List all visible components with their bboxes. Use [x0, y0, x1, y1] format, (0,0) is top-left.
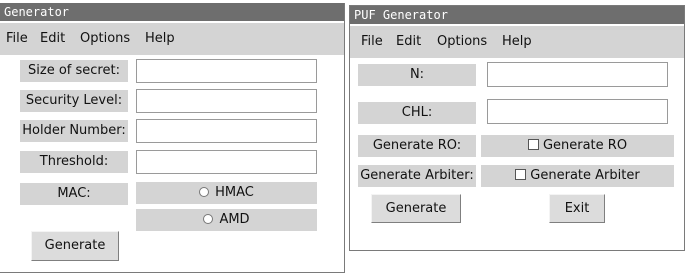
puf-generator-titlebar[interactable]: PUF Generator	[350, 6, 684, 24]
n-input[interactable]	[487, 62, 668, 87]
mac-option-amd[interactable]: AMD	[136, 209, 317, 231]
threshold-input[interactable]	[136, 150, 317, 174]
generate-button[interactable]: Generate	[31, 231, 119, 261]
menu-edit[interactable]: Edit	[396, 26, 421, 58]
menu-help[interactable]: Help	[502, 26, 532, 58]
generator-menubar: File Edit Options Help	[0, 23, 344, 55]
checkbox-icon[interactable]	[527, 139, 539, 150]
mac-option-hmac[interactable]: HMAC	[136, 182, 317, 204]
menu-file[interactable]: File	[6, 23, 28, 55]
holder-number-label: Holder Number:	[20, 120, 128, 142]
generate-ro-checkbox-label: Generate RO	[542, 138, 628, 153]
menu-options[interactable]: Options	[437, 26, 487, 58]
chl-label: CHL:	[358, 102, 476, 124]
generate-ro-checkbox[interactable]: Generate RO	[481, 135, 674, 157]
exit-button[interactable]: Exit	[549, 194, 605, 223]
generator-title: Generator	[4, 5, 70, 19]
generate-arbiter-checkbox[interactable]: Generate Arbiter	[481, 165, 674, 187]
radio-amd-icon[interactable]	[203, 213, 214, 224]
menu-help[interactable]: Help	[145, 23, 175, 55]
menu-edit[interactable]: Edit	[40, 23, 65, 55]
generate-button[interactable]: Generate	[371, 194, 461, 223]
checkbox-icon[interactable]	[515, 169, 527, 180]
mac-label: MAC:	[20, 183, 128, 205]
generator-titlebar[interactable]: Generator	[0, 3, 344, 21]
menu-options[interactable]: Options	[80, 23, 130, 55]
radio-hmac-icon[interactable]	[199, 186, 210, 197]
puf-generator-title: PUF Generator	[354, 8, 448, 22]
generate-arbiter-checkbox-label: Generate Arbiter	[530, 168, 640, 183]
holder-number-input[interactable]	[136, 119, 317, 143]
puf-generator-menubar: File Edit Options Help	[350, 26, 684, 58]
security-level-input[interactable]	[136, 89, 317, 113]
size-of-secret-label: Size of secret:	[20, 60, 128, 82]
chl-input[interactable]	[487, 99, 668, 124]
puf-generator-window: PUF Generator File Edit Options Help N: …	[349, 5, 685, 251]
hmac-label: HMAC	[215, 185, 254, 200]
generator-window: Generator File Edit Options Help Size of…	[0, 3, 345, 273]
security-level-label: Security Level:	[20, 90, 128, 112]
threshold-label: Threshold:	[20, 151, 128, 173]
menu-file[interactable]: File	[361, 26, 383, 58]
generate-ro-label: Generate RO:	[358, 135, 476, 157]
size-of-secret-input[interactable]	[136, 59, 317, 83]
n-label: N:	[358, 64, 476, 86]
generate-arbiter-label: Generate Arbiter:	[358, 165, 476, 187]
amd-label: AMD	[219, 212, 250, 227]
